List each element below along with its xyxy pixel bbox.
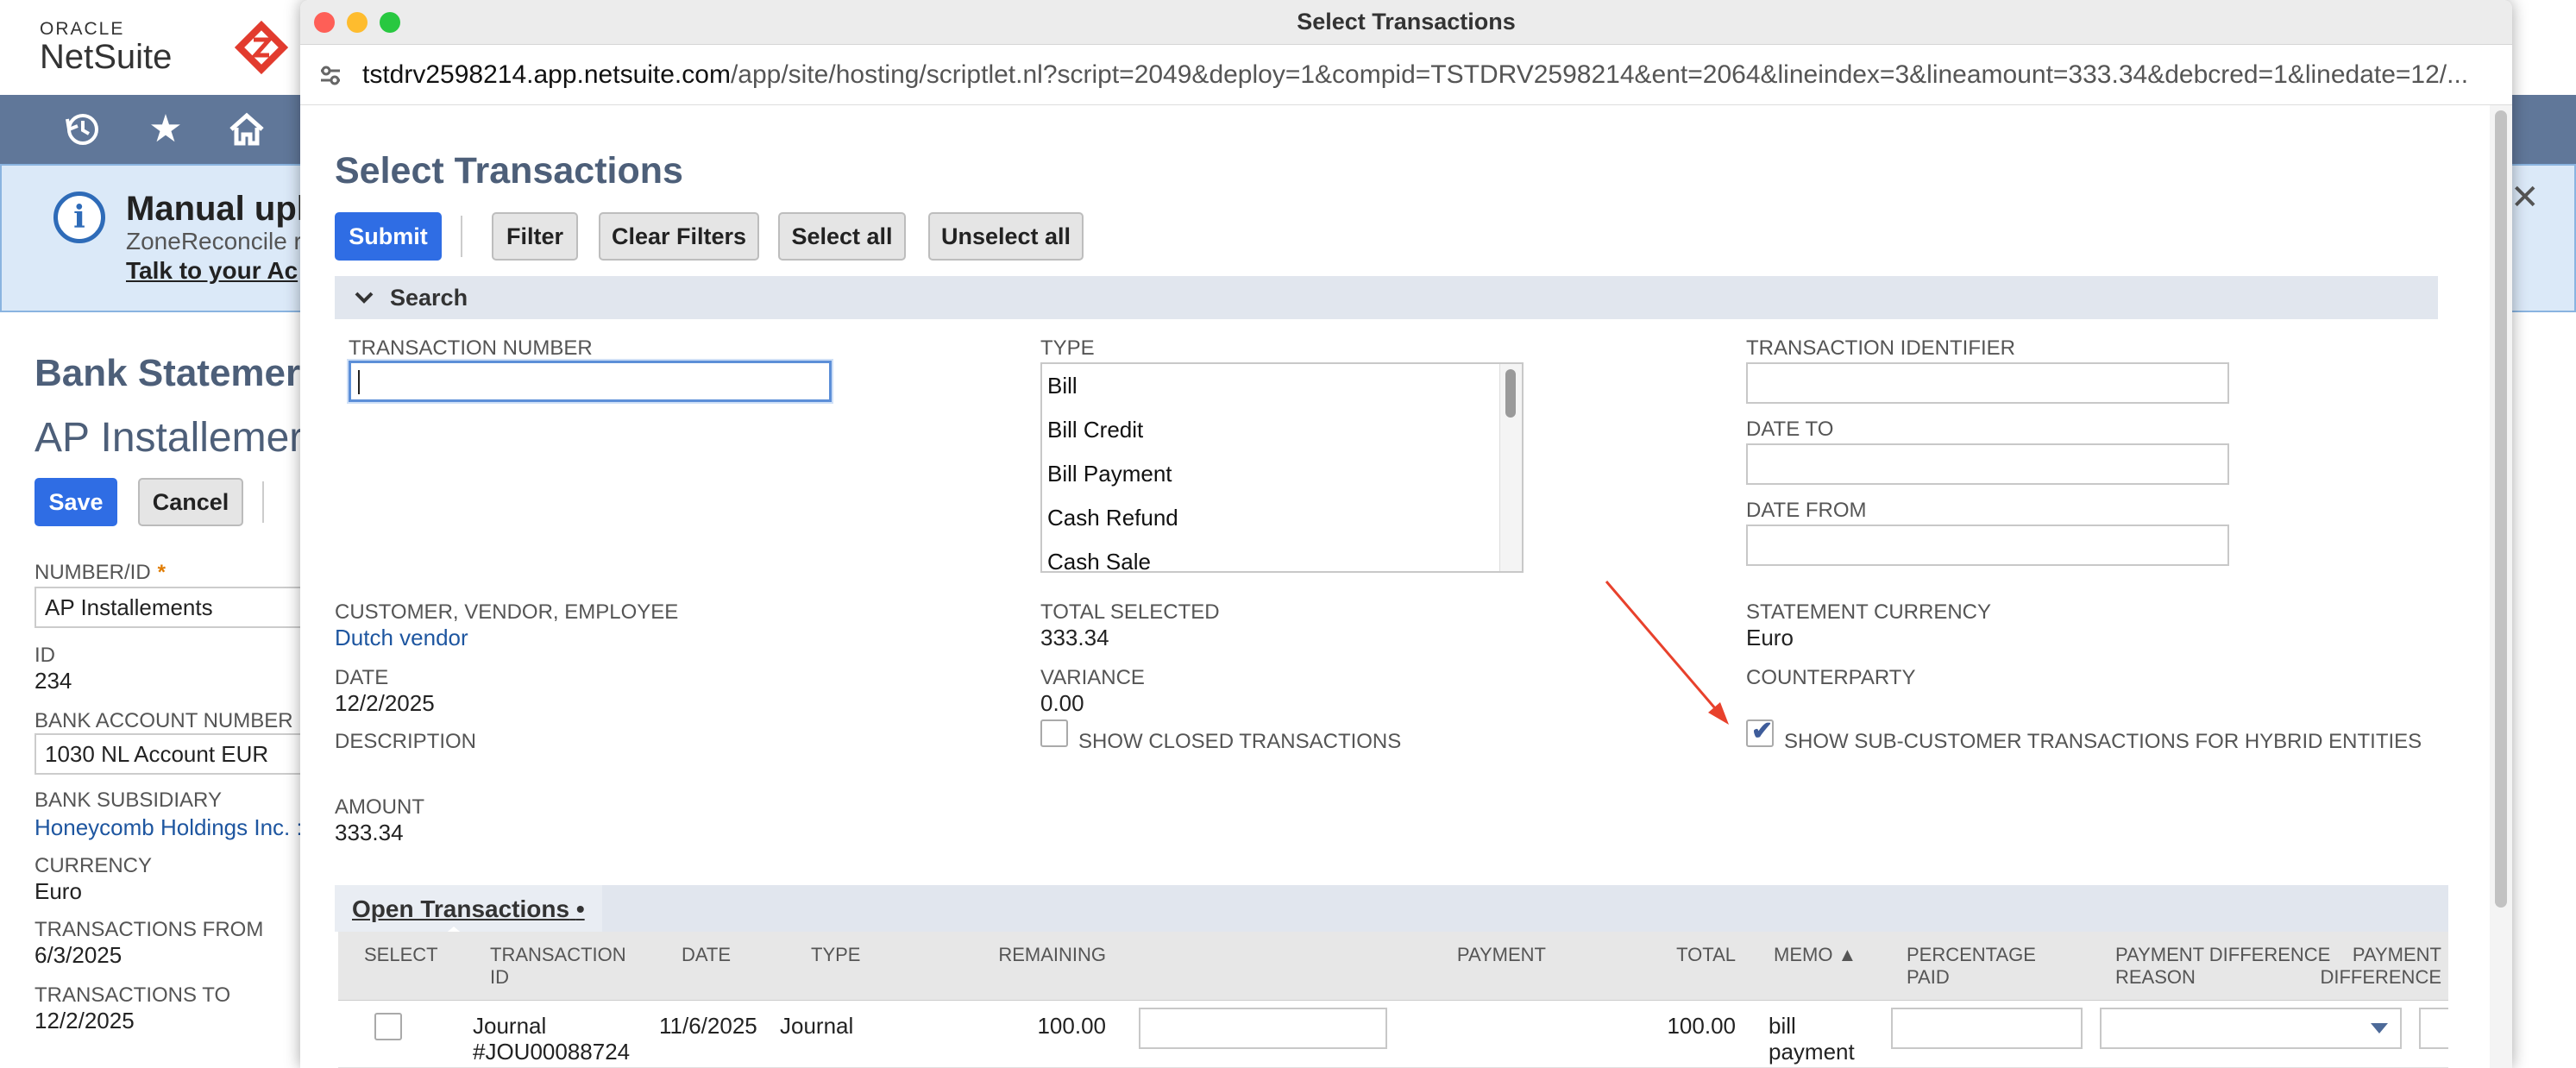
percentage-paid-input[interactable]: [1891, 1008, 2083, 1049]
id-value: 234: [35, 668, 72, 694]
bank-account-input[interactable]: 1030 NL Account EUR: [35, 733, 311, 775]
dropdown-arrow-icon: [2371, 1023, 2388, 1033]
oracle-wordmark: ORACLE: [40, 19, 125, 39]
number-input[interactable]: AP Installements: [35, 587, 311, 628]
banner-title: Manual upl: [126, 190, 306, 228]
column-header-remaining[interactable]: REMAINING: [939, 944, 1106, 966]
payment-difference-input[interactable]: [2419, 1008, 2448, 1049]
netsuite-logo[interactable]: ORACLE NetSuite: [40, 19, 172, 77]
close-icon[interactable]: ✕: [2510, 178, 2540, 217]
info-icon: i: [53, 192, 105, 243]
tab-label: Open Transactions •: [352, 895, 585, 922]
sublist-tab-strip: Open Transactions •: [335, 885, 2448, 935]
record-subtitle: AP Installemer: [35, 415, 304, 461]
star-icon[interactable]: ★: [145, 109, 186, 150]
type-cell: Journal: [780, 1013, 854, 1039]
transaction-id-cell[interactable]: Journal #JOU00088724: [473, 1013, 630, 1065]
column-header-select[interactable]: SELECT: [364, 944, 438, 966]
row-select-checkbox[interactable]: [374, 1013, 402, 1040]
transactions-to-label: TRANSACTIONS TO: [35, 983, 231, 1007]
column-header-date[interactable]: DATE: [682, 944, 731, 966]
remaining-cell: 100.00: [1037, 1013, 1106, 1039]
column-header-percentage-paid[interactable]: PERCENTAGE PAID: [1907, 944, 2036, 989]
banner-link[interactable]: Talk to your Ac: [126, 257, 298, 285]
button-separator: [262, 481, 264, 523]
column-header-payment-difference[interactable]: PAYMENT DIFFERENCE: [2271, 944, 2441, 989]
window-title: Select Transactions: [1297, 9, 1516, 35]
column-header-total[interactable]: TOTAL: [1632, 944, 1736, 966]
column-header-payment[interactable]: PAYMENT: [1373, 944, 1546, 966]
url-path: /app/site/hosting/scriptlet.nl?script=20…: [730, 60, 2469, 89]
subsidiary-label: BANK SUBSIDIARY: [35, 788, 222, 812]
table-header: SELECT TRANSACTION ID DATE TYPE REMAINING…: [338, 932, 2448, 1001]
column-header-transaction-id[interactable]: TRANSACTION ID: [490, 944, 626, 989]
netsuite-wordmark: NetSuite: [40, 38, 173, 76]
window-titlebar[interactable]: Select Transactions: [300, 0, 2512, 45]
currency-label: CURRENCY: [35, 854, 153, 877]
column-header-memo[interactable]: MEMO ▲: [1774, 944, 1857, 966]
currency-value: Euro: [35, 878, 82, 904]
site-settings-icon[interactable]: [317, 62, 343, 88]
modal-content: Select Transactions Submit Filter Clear …: [300, 105, 2490, 1068]
address-bar[interactable]: tstdrv2598214.app.netsuite.com/app/site/…: [300, 45, 2512, 105]
required-marker: *: [157, 561, 166, 584]
bank-account-label: BANK ACCOUNT NUMBER: [35, 709, 293, 732]
date-cell: 11/6/2025: [659, 1013, 757, 1039]
memo-cell: bill payment: [1769, 1013, 1855, 1065]
table-row: Journal #JOU00088724 11/6/2025 Journal 10…: [338, 1001, 2448, 1068]
save-button[interactable]: Save: [35, 478, 117, 526]
payment-difference-reason-select[interactable]: [2100, 1008, 2402, 1049]
tab-open-transactions[interactable]: Open Transactions •: [335, 885, 602, 935]
transactions-from-value: 6/3/2025: [35, 942, 123, 968]
transactions-to-value: 12/2/2025: [35, 1008, 135, 1033]
select-transactions-window: Select Transactions tstdrv2598214.app.ne…: [300, 0, 2512, 1068]
recent-icon[interactable]: [62, 109, 104, 150]
id-label: ID: [35, 644, 55, 667]
scrollbar-thumb[interactable]: [2495, 110, 2507, 908]
total-cell: 100.00: [1667, 1013, 1736, 1039]
cancel-button[interactable]: Cancel: [138, 478, 243, 526]
record-title: Bank Statemer: [35, 352, 301, 394]
home-icon[interactable]: [226, 109, 267, 150]
transactions-from-label: TRANSACTIONS FROM: [35, 918, 264, 941]
url-text[interactable]: tstdrv2598214.app.netsuite.com/app/site/…: [362, 60, 2485, 90]
number-label: NUMBER/ID *: [35, 561, 166, 584]
subsidiary-link[interactable]: Honeycomb Holdings Inc. :: [35, 814, 303, 841]
url-host: tstdrv2598214.app.netsuite.com: [362, 60, 731, 89]
window-scrollbar[interactable]: [2490, 105, 2512, 1068]
payment-input[interactable]: [1139, 1008, 1387, 1049]
zone-logo-icon[interactable]: [235, 21, 288, 74]
column-header-type[interactable]: TYPE: [811, 944, 860, 966]
banner-subtitle: ZoneReconcile r: [126, 228, 302, 254]
